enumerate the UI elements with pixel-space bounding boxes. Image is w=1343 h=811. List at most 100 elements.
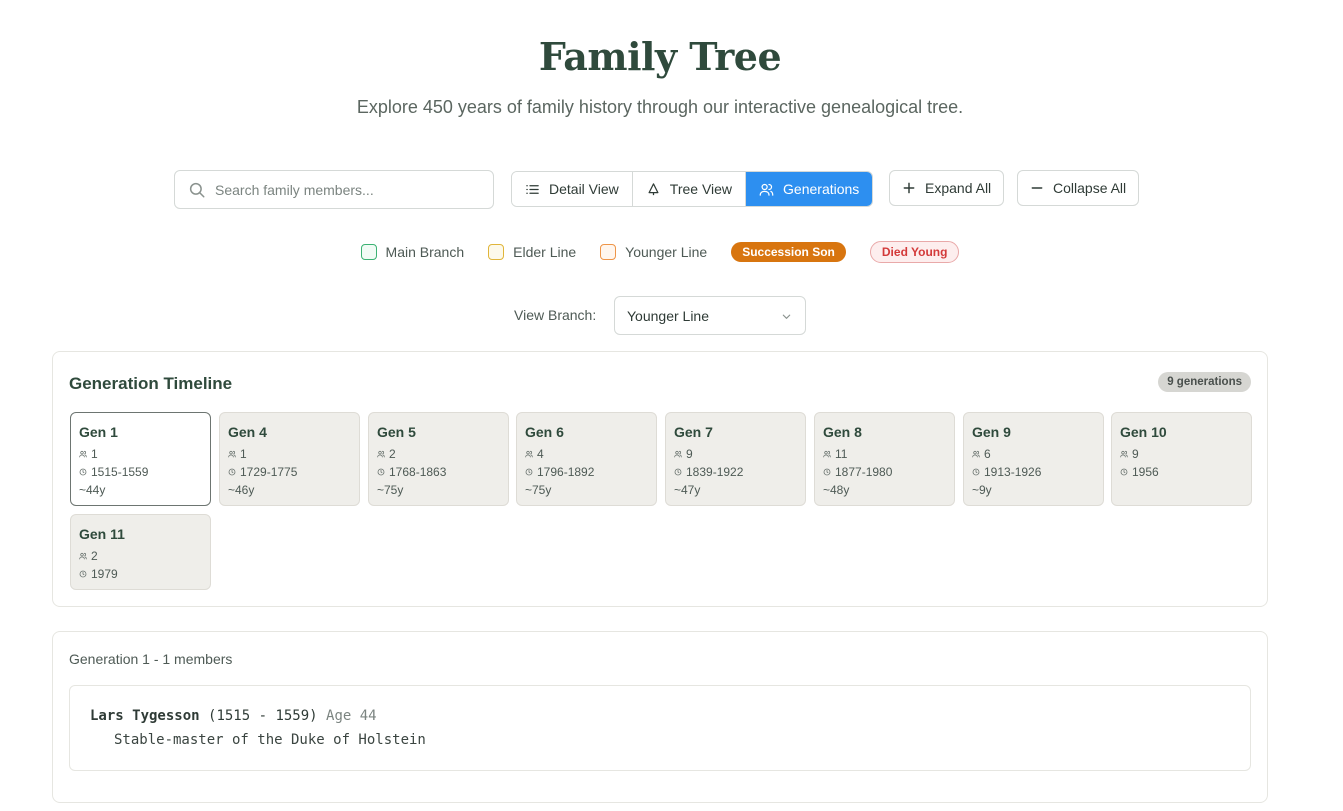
member-count-value: 4 — [537, 447, 544, 461]
generations-view-button[interactable]: Generations — [746, 172, 873, 206]
lifespan-value: ~46y — [228, 483, 255, 497]
main-branch-swatch — [360, 244, 377, 260]
plus-icon — [903, 182, 915, 194]
member-name: Lars Tygesson — [90, 708, 200, 724]
lifespan: ~46y — [228, 481, 350, 499]
users-icon — [79, 450, 87, 458]
clock-icon — [228, 468, 236, 476]
tree-icon — [648, 182, 659, 195]
legend-elder-line: Elder Line — [488, 244, 576, 260]
timeline-title: Generation Timeline — [69, 374, 233, 393]
generation-card[interactable]: Gen 8 11 1877-1980 ~48y — [814, 412, 955, 506]
clock-icon — [972, 468, 980, 476]
legend-label: Main Branch — [385, 244, 465, 260]
member-count-value: 9 — [686, 447, 693, 461]
year-range: 1796-1892 — [525, 463, 647, 481]
lifespan: ~75y — [377, 481, 499, 499]
generation-card[interactable]: Gen 7 9 1839-1922 ~47y — [665, 412, 806, 506]
year-range-value: 1913-1926 — [984, 465, 1042, 479]
generation-card[interactable]: Gen 11 2 1979 — [70, 514, 211, 590]
lifespan: ~47y — [674, 481, 796, 499]
lifespan-value: ~48y — [823, 483, 850, 497]
year-range: 1515-1559 — [79, 463, 201, 481]
lifespan: ~9y — [972, 481, 1094, 499]
legend: Main Branch Elder Line Younger Line Succ… — [0, 241, 1320, 263]
clock-icon — [377, 468, 385, 476]
users-icon — [972, 450, 980, 458]
generations-view-label: Generations — [783, 181, 860, 197]
year-range: 1956 — [1120, 463, 1242, 481]
member-count: 11 — [823, 445, 945, 463]
member-count-value: 1 — [91, 447, 98, 461]
users-icon — [823, 450, 831, 458]
member-count-value: 6 — [984, 447, 991, 461]
expand-all-label: Expand All — [925, 180, 992, 196]
generation-card[interactable]: Gen 1 1 1515-1559 ~44y — [70, 412, 211, 506]
year-range: 1768-1863 — [377, 463, 499, 481]
member-dates: (1515 - 1559) — [208, 708, 318, 724]
member-count: 6 — [972, 445, 1094, 463]
generations-count-badge: 9 generations — [1158, 372, 1251, 392]
collapse-all-button[interactable]: Collapse All — [1017, 170, 1140, 206]
year-range-value: 1515-1559 — [91, 465, 149, 479]
died-young-badge: Died Young — [869, 241, 960, 263]
lifespan: ~75y — [525, 481, 647, 499]
generation-label: Gen 1 — [79, 424, 118, 440]
branch-select[interactable]: Younger Line — [614, 296, 806, 335]
clock-icon — [823, 468, 831, 476]
generation-card[interactable]: Gen 10 9 1956 — [1111, 412, 1252, 506]
search-input[interactable] — [215, 171, 485, 208]
page-title: Family Tree — [538, 34, 782, 79]
clock-icon — [525, 468, 533, 476]
member-count: 9 — [1120, 445, 1242, 463]
year-range: 1913-1926 — [972, 463, 1094, 481]
generation-label: Gen 5 — [377, 424, 416, 440]
search-icon — [189, 182, 205, 198]
generation-label: Gen 9 — [972, 424, 1011, 440]
member-count: 9 — [674, 445, 796, 463]
member-count-value: 9 — [1132, 447, 1139, 461]
member-entry[interactable]: Lars Tygesson (1515 - 1559) Age 44 Stabl… — [69, 685, 1251, 771]
lifespan-value: ~75y — [377, 483, 404, 497]
legend-main-branch: Main Branch — [360, 244, 465, 260]
generation-card[interactable]: Gen 4 1 1729-1775 ~46y — [219, 412, 360, 506]
detail-view-button[interactable]: Detail View — [512, 172, 633, 206]
member-count-value: 2 — [389, 447, 396, 461]
generation-card[interactable]: Gen 9 6 1913-1926 ~9y — [963, 412, 1104, 506]
minus-icon — [1031, 187, 1043, 189]
detail-view-label: Detail View — [549, 181, 619, 197]
users-icon — [1120, 450, 1128, 458]
generation-label: Gen 10 — [1120, 424, 1167, 440]
member-count-value: 1 — [240, 447, 247, 461]
generation-label: Gen 7 — [674, 424, 713, 440]
member-count: 1 — [228, 445, 350, 463]
year-range: 1839-1922 — [674, 463, 796, 481]
succession-son-badge: Succession Son — [731, 242, 846, 262]
elder-line-swatch — [488, 244, 505, 260]
year-range-value: 1956 — [1132, 465, 1159, 479]
generation-label: Gen 11 — [79, 526, 125, 542]
generation-detail-panel: Generation 1 - 1 members Lars Tygesson (… — [52, 631, 1268, 803]
member-count: 2 — [377, 445, 499, 463]
clock-icon — [79, 570, 87, 578]
list-icon — [526, 184, 539, 194]
lifespan-value: ~47y — [674, 483, 701, 497]
tree-view-label: Tree View — [669, 181, 733, 197]
users-icon — [674, 450, 682, 458]
member-count: 1 — [79, 445, 201, 463]
users-icon — [79, 552, 87, 560]
generation-card[interactable]: Gen 5 2 1768-1863 ~75y — [368, 412, 509, 506]
search-box[interactable] — [174, 170, 494, 209]
year-range-value: 1729-1775 — [240, 465, 298, 479]
collapse-all-label: Collapse All — [1053, 180, 1127, 196]
generation-label: Gen 6 — [525, 424, 564, 440]
clock-icon — [79, 468, 87, 476]
expand-all-button[interactable]: Expand All — [889, 170, 1005, 206]
view-toggle-group: Detail View Tree View Generations — [511, 171, 874, 207]
lifespan-value: ~75y — [525, 483, 552, 497]
legend-label: Younger Line — [625, 244, 708, 260]
users-icon — [377, 450, 385, 458]
tree-view-button[interactable]: Tree View — [632, 172, 747, 206]
generation-card[interactable]: Gen 6 4 1796-1892 ~75y — [516, 412, 657, 506]
member-count: 4 — [525, 445, 647, 463]
